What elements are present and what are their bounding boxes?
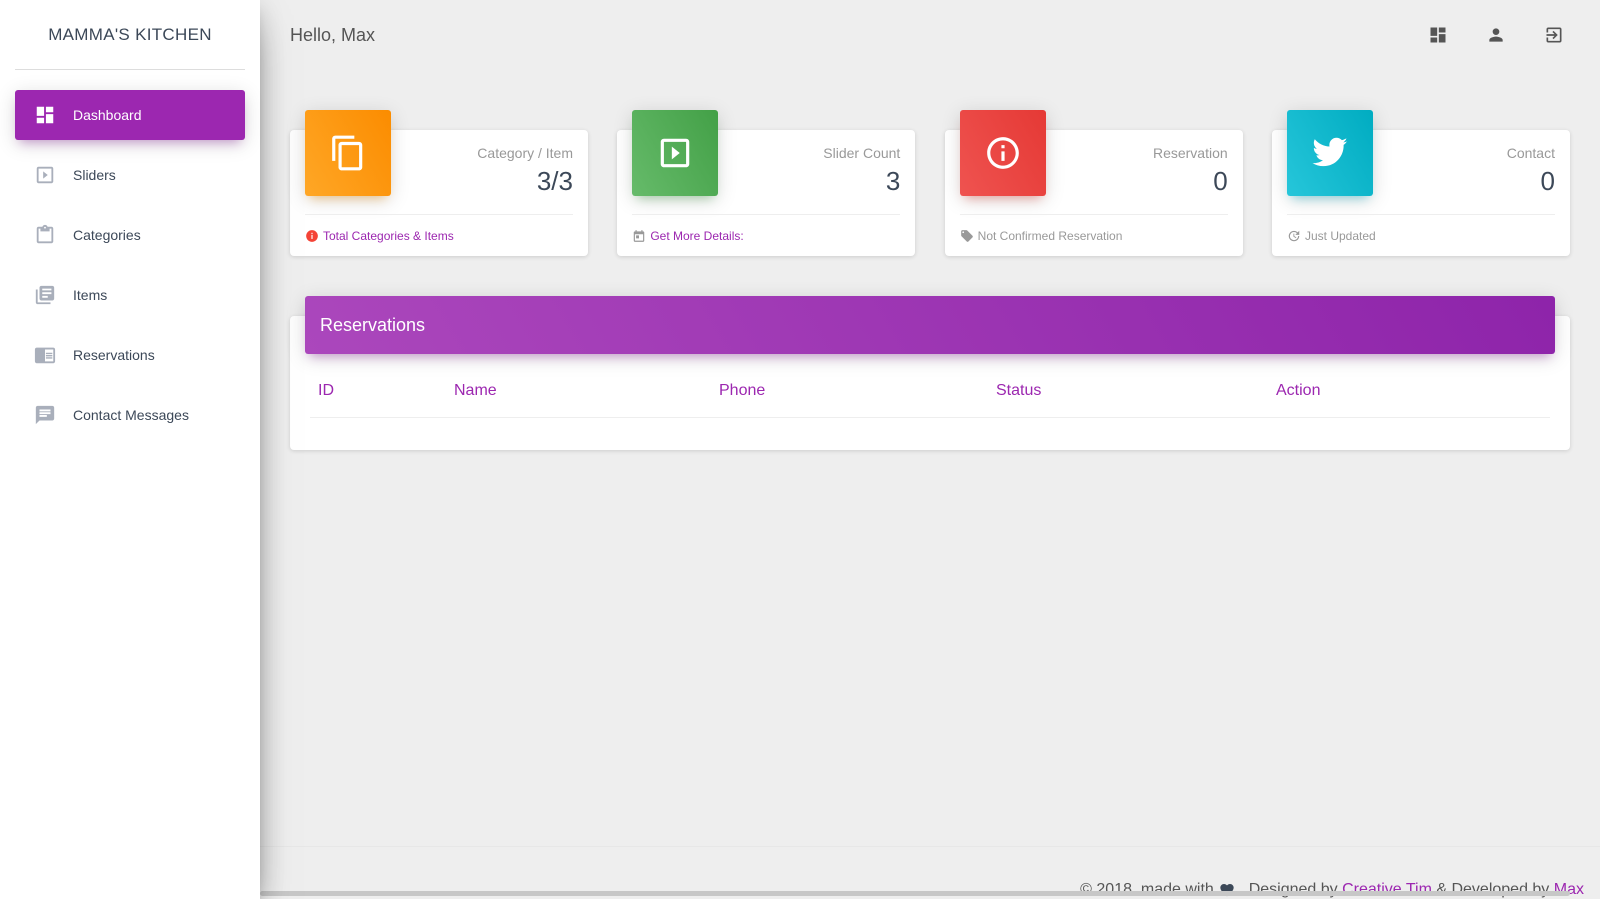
- column-header-name[interactable]: Name: [454, 382, 497, 400]
- info-outline-icon: [959, 110, 1046, 196]
- content-copy-icon: [305, 110, 391, 196]
- person-icon[interactable]: [1484, 23, 1508, 47]
- stats-cards: Category / Item 3/3 Total Categories & I…: [290, 110, 1570, 256]
- column-header-id[interactable]: ID: [318, 382, 334, 400]
- chat-icon: [33, 403, 57, 427]
- footer-developed-by: & Developed by: [1436, 881, 1550, 898]
- sidebar-item-contact-messages[interactable]: Contact Messages: [15, 390, 245, 440]
- get-more-details-link[interactable]: Get More Details:: [650, 229, 743, 243]
- stat-card-category-item: Category / Item 3/3 Total Categories & I…: [290, 110, 588, 256]
- column-header-status[interactable]: Status: [996, 382, 1041, 400]
- card-category: Category / Item: [477, 145, 573, 161]
- sidebar-item-reservations[interactable]: Reservations: [15, 330, 245, 380]
- clipboard-icon: [33, 223, 57, 247]
- card-footer: Get More Details:: [632, 214, 901, 256]
- card-category: Reservation: [1152, 145, 1228, 161]
- slideshow-icon: [632, 110, 719, 196]
- sidebar-item-dashboard[interactable]: Dashboard: [15, 90, 245, 140]
- developer-link[interactable]: Max: [1554, 881, 1584, 899]
- dashboard-icon: [33, 103, 57, 127]
- footer-designed-by: , Designed by: [1239, 881, 1338, 898]
- reservations-card: Reservations ID Name Phone Status Action: [290, 296, 1570, 450]
- twitter-icon: [1286, 110, 1373, 196]
- card-value: 0: [1540, 166, 1555, 196]
- creative-tim-link[interactable]: Creative Tim: [1342, 881, 1432, 899]
- sidebar-item-sliders[interactable]: Sliders: [15, 150, 245, 200]
- library-books-icon: [33, 283, 57, 307]
- card-value: 3: [885, 166, 901, 196]
- column-header-action[interactable]: Action: [1276, 382, 1320, 400]
- stat-card-slider-count: Slider Count 3 Get More Details:: [617, 110, 916, 256]
- sidebar-item-items[interactable]: Items: [15, 270, 245, 320]
- brand-logo[interactable]: MAMMA'S KITCHEN: [15, 0, 245, 70]
- stat-card-contact: Contact 0 Just Updated: [1271, 110, 1570, 256]
- sidebar-item-label: Sliders: [73, 167, 116, 183]
- tag-icon: [960, 229, 974, 243]
- card-category: Contact: [1506, 145, 1555, 161]
- card-footer: Not Confirmed Reservation: [959, 214, 1228, 256]
- sidebar: MAMMA'S KITCHEN Dashboard Sliders Catego…: [0, 0, 260, 899]
- slideshow-icon: [33, 163, 57, 187]
- card-footer: Just Updated: [1286, 214, 1555, 256]
- topbar: Hello, Max: [260, 0, 1600, 70]
- card-value: 3/3: [536, 166, 573, 196]
- total-categories-link[interactable]: Total Categories & Items: [323, 229, 454, 243]
- sidebar-item-label: Categories: [73, 227, 141, 243]
- reservations-title: Reservations: [305, 296, 1555, 354]
- column-header-phone[interactable]: Phone: [719, 382, 765, 400]
- card-footer-text: Just Updated: [1304, 228, 1376, 243]
- sidebar-item-label: Dashboard: [73, 107, 142, 123]
- update-icon: [1287, 229, 1301, 243]
- footer-credits: © 2018, made with , Designed by Creative…: [1080, 881, 1584, 899]
- greeting-text: Hello, Max: [290, 24, 376, 45]
- horizontal-scrollbar[interactable]: [260, 891, 1570, 896]
- sidebar-nav: Dashboard Sliders Categories Items Reser…: [0, 90, 260, 440]
- dashboard-icon[interactable]: [1426, 23, 1450, 47]
- sidebar-item-categories[interactable]: Categories: [15, 210, 245, 260]
- card-value: 0: [1213, 166, 1228, 196]
- card-category: Slider Count: [823, 145, 901, 161]
- logout-icon[interactable]: [1542, 23, 1566, 47]
- card-footer: Total Categories & Items: [305, 214, 573, 256]
- chrome-reader-icon: [33, 343, 57, 367]
- sidebar-item-label: Reservations: [73, 347, 155, 363]
- calendar-icon: [632, 229, 646, 243]
- sidebar-item-label: Contact Messages: [73, 407, 189, 423]
- stat-card-reservation: Reservation 0 Not Confirmed Reservation: [944, 110, 1243, 256]
- table-header-row: ID Name Phone Status Action: [310, 378, 1550, 418]
- card-footer-text: Not Confirmed Reservation: [977, 228, 1123, 243]
- sidebar-item-label: Items: [73, 287, 108, 303]
- topbar-actions: [1426, 23, 1570, 47]
- footer-prefix: © 2018, made with: [1080, 881, 1214, 898]
- info-icon: [305, 229, 319, 243]
